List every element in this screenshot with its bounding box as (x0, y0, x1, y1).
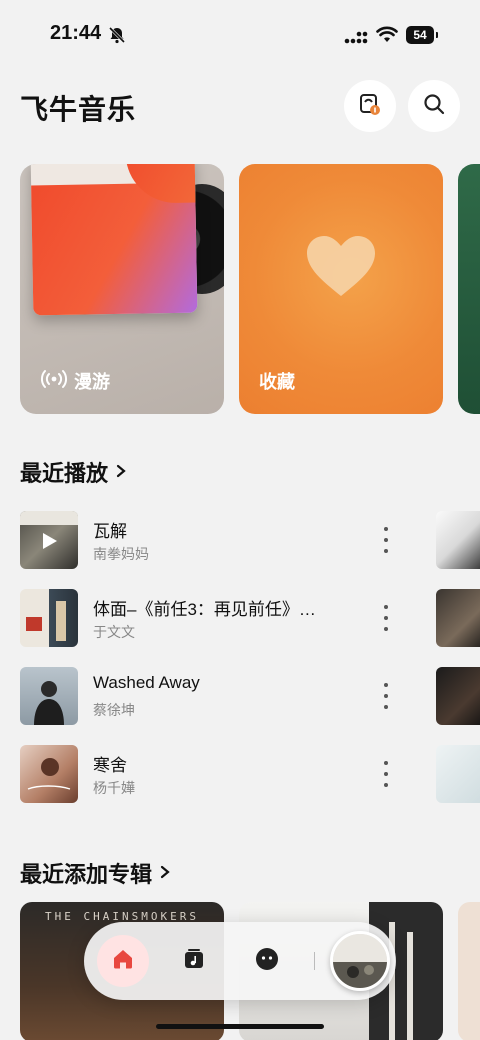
album-sleeve-image (30, 164, 198, 316)
album-card[interactable] (458, 902, 480, 1040)
side-song-cover-image[interactable] (436, 511, 480, 569)
song-cover-image (20, 589, 78, 647)
recent-section-header[interactable]: 最近播放 (20, 456, 128, 488)
more-options-icon[interactable] (376, 605, 396, 631)
roam-label-text: 漫游 (74, 372, 110, 392)
music-library-icon (182, 947, 206, 976)
tab-bar (84, 922, 396, 1000)
wifi-icon (376, 26, 398, 49)
song-title: 瓦解 (93, 522, 127, 541)
status-time: 21:44 (50, 22, 102, 44)
song-artist: 南拳妈妈 (93, 546, 149, 562)
recent-section-title: 最近播放 (20, 461, 109, 486)
bell-muted-icon (108, 26, 126, 49)
more-options-icon[interactable] (376, 527, 396, 553)
song-artist: 杨千嬅 (93, 780, 135, 796)
albums-section-header[interactable]: 最近添加专辑 (20, 857, 172, 889)
song-cover-image (20, 511, 78, 569)
song-artist: 于文文 (93, 624, 135, 640)
status-bar: 21:44 54 (0, 0, 480, 70)
now-playing-artwork[interactable] (330, 931, 390, 991)
roam-card[interactable]: 漫游 (20, 164, 224, 414)
favorites-card[interactable]: 收藏 (239, 164, 443, 414)
song-artist: 蔡徐坤 (93, 702, 135, 718)
song-title: 体面–《前任3：再见前任》… (93, 600, 316, 619)
list-item[interactable]: 体面–《前任3：再见前任》… 于文文 (20, 589, 400, 647)
signal-icon (344, 30, 368, 49)
more-options-icon[interactable] (376, 683, 396, 709)
home-icon (111, 947, 135, 976)
favorites-card-label: 收藏 (259, 368, 295, 394)
more-options-icon[interactable] (376, 761, 396, 787)
face-icon (254, 946, 280, 977)
radio-waves-icon (40, 369, 68, 394)
song-title: 寒舍 (93, 756, 127, 775)
tab-divider (314, 952, 315, 970)
list-item[interactable]: 瓦解 南拳妈妈 (20, 511, 400, 569)
song-cover-image (20, 745, 78, 803)
list-item[interactable]: Washed Away 蔡徐坤 (20, 667, 400, 725)
search-icon (422, 92, 446, 121)
song-cover-image (20, 667, 78, 725)
chevron-right-icon (114, 459, 128, 485)
song-title: Washed Away (93, 673, 200, 692)
roam-card-label: 漫游 (40, 368, 110, 394)
tab-profile[interactable] (241, 935, 293, 987)
device-button[interactable] (344, 80, 396, 132)
search-button[interactable] (408, 80, 460, 132)
featured-cards: 漫游 收藏 (0, 164, 480, 414)
device-icon (357, 91, 383, 122)
heart-icon (305, 234, 377, 303)
app-title: 飞牛音乐 (20, 94, 137, 125)
albums-section-title: 最近添加专辑 (20, 862, 153, 887)
list-item[interactable]: 寒舍 杨千嬅 (20, 745, 400, 803)
side-song-cover-image[interactable] (436, 589, 480, 647)
battery-indicator: 54 (406, 26, 438, 44)
side-song-cover-image[interactable] (436, 745, 480, 803)
favorites-label-text: 收藏 (259, 372, 295, 392)
tab-library[interactable] (168, 935, 220, 987)
side-song-cover-image[interactable] (436, 667, 480, 725)
tab-home[interactable] (97, 935, 149, 987)
home-indicator (156, 1024, 324, 1029)
chevron-right-icon (158, 860, 172, 886)
partial-card[interactable] (458, 164, 480, 414)
